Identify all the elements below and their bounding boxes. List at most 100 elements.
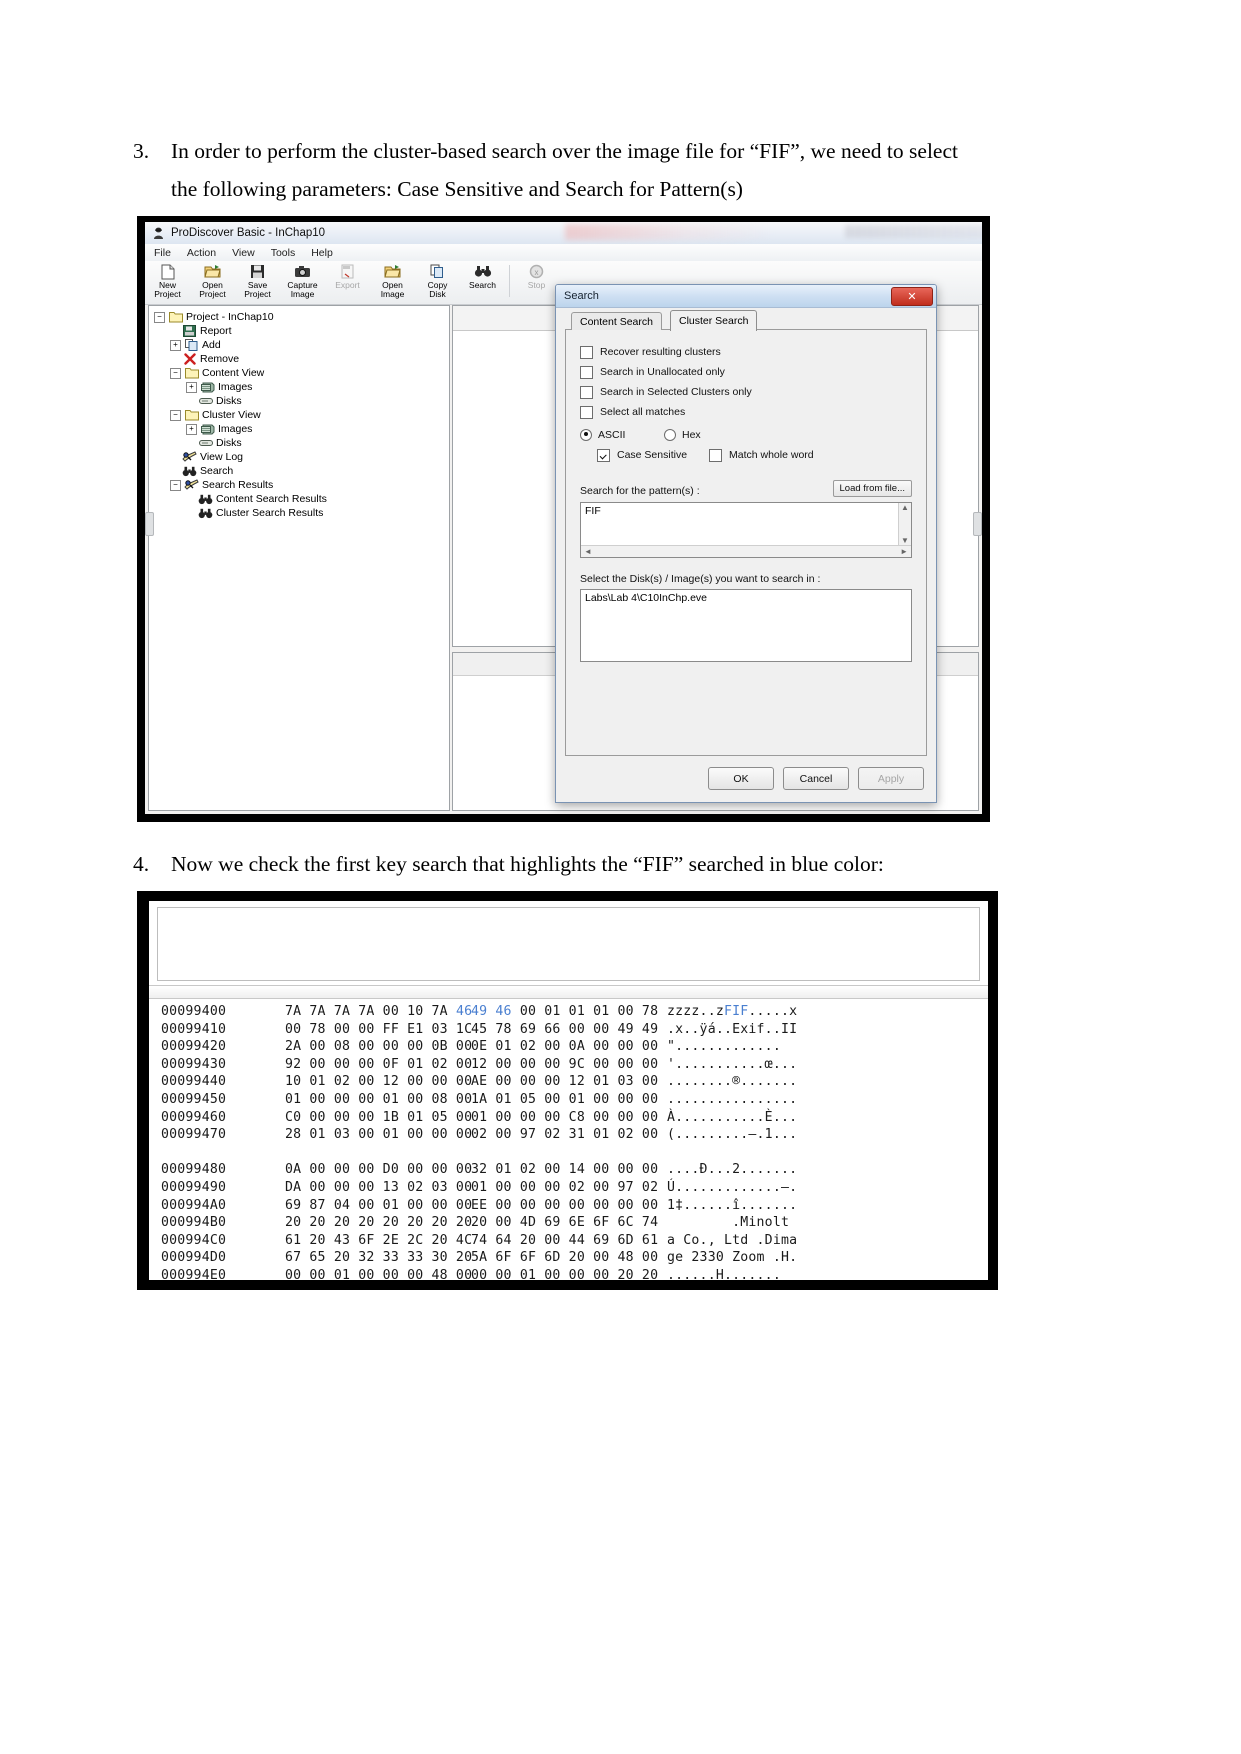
menu-file[interactable]: File [154, 247, 171, 259]
hex-dump[interactable]: 00099400 7A 7A 7A 7A 00 10 7A 46 49 46 00 … [161, 1003, 984, 1280]
tab-content-search[interactable]: Content Search [571, 312, 662, 331]
checkbox-label: Select all matches [600, 406, 686, 418]
tree-expander-plus-icon[interactable]: + [186, 423, 197, 435]
cancel-button[interactable]: Cancel [783, 767, 849, 790]
radio-ascii-button[interactable] [580, 428, 592, 441]
checkbox-box[interactable] [580, 385, 593, 399]
tree-node[interactable]: + Images [154, 380, 449, 394]
pattern-textarea[interactable]: FIF ▲ ▼ ◄ ► [580, 502, 912, 558]
tree-node[interactable]: Search [154, 464, 449, 478]
tree-node[interactable]: Cluster Search Results [154, 506, 449, 520]
hex-row[interactable]: 000994A0 69 87 04 00 01 00 00 00 EE 00 00 … [161, 1197, 984, 1215]
tree-node[interactable]: − Project - InChap10 [154, 310, 449, 324]
open-folder-icon [383, 263, 402, 280]
hex-row[interactable]: 00099400 7A 7A 7A 7A 00 10 7A 46 49 46 00 … [161, 1003, 984, 1021]
tree-node-label: Remove [200, 353, 240, 365]
hex-bytes-left: 10 01 02 00 12 00 00 00 [285, 1074, 473, 1090]
toolbar-capture-image[interactable]: Capture Image [280, 263, 325, 301]
hex-row[interactable]: 00099420 2A 00 08 00 00 00 0B 00 0E 01 02 … [161, 1038, 984, 1056]
tree-expander-minus-icon[interactable]: − [170, 479, 181, 491]
tree-expander-minus-icon[interactable]: − [170, 409, 181, 421]
toolbar-stop: x Stop [514, 263, 559, 301]
hex-viewer-toolbar-area [157, 907, 980, 981]
close-icon[interactable]: ✕ [891, 287, 933, 306]
hex-row[interactable]: 00099440 10 01 02 00 12 00 00 00 AE 00 00 … [161, 1073, 984, 1091]
tree-node[interactable]: Content Search Results [154, 492, 449, 506]
list-item-4: 4. Now we check the first key search tha… [133, 845, 963, 883]
tree-expander-minus-icon[interactable]: − [170, 367, 181, 379]
pattern-vscrollbar[interactable]: ▲ ▼ [898, 503, 911, 545]
hex-row[interactable]: 00099470 28 01 03 00 01 00 00 00 02 00 97 … [161, 1126, 984, 1144]
tree-node[interactable]: Report [154, 324, 449, 338]
pattern-hscrollbar[interactable]: ◄ ► [581, 545, 911, 557]
hex-row[interactable]: 00099480 0A 00 00 00 D0 00 00 00 32 01 02 … [161, 1161, 984, 1179]
checkbox-recover-resulting-clusters[interactable]: Recover resulting clusters [580, 342, 912, 362]
menu-action[interactable]: Action [187, 247, 216, 259]
disk-icon [198, 396, 213, 406]
scroll-left-icon[interactable]: ◄ [584, 547, 592, 556]
ok-button[interactable]: OK [708, 767, 774, 790]
hex-offset: 000994C0 [161, 1232, 227, 1248]
hex-row[interactable]: 00099490 DA 00 00 00 13 02 03 00 01 00 00 … [161, 1179, 984, 1197]
splitter-handle-left[interactable] [145, 512, 154, 536]
hex-row[interactable]: 000994B0 20 20 20 20 20 20 20 20 20 00 4D … [161, 1214, 984, 1232]
hex-bytes-right: 20 00 4D 69 6E 6F 6C 74 [471, 1215, 659, 1231]
tree-node[interactable]: − Content View [154, 366, 449, 380]
toolbar-search[interactable]: Search [460, 263, 505, 301]
checkbox-label: Search in Selected Clusters only [600, 386, 752, 398]
disk-select-value[interactable]: Labs\Lab 4\C10InChp.eve [581, 590, 911, 606]
hex-row[interactable]: 000994C0 61 20 43 6F 2E 2C 20 4C 74 64 20 … [161, 1232, 984, 1250]
toolbar-new-project[interactable]: New Project [145, 263, 190, 301]
tree-expander-minus-icon[interactable]: − [154, 311, 165, 323]
checkbox-select-all-matches[interactable]: Select all matches [580, 402, 912, 422]
tree-node[interactable]: − Search Results [154, 478, 449, 492]
tree-node[interactable]: + Add [154, 338, 449, 352]
load-from-file-button[interactable]: Load from file... [832, 480, 912, 497]
encoding-radio-group: ASCII Hex [580, 424, 912, 445]
toolbar-copy-disk[interactable]: Copy Disk [415, 263, 460, 301]
hex-row[interactable]: 00099450 01 00 00 00 01 00 08 00 1A 01 05 … [161, 1091, 984, 1109]
binoculars-icon [182, 466, 197, 477]
splitter-handle-right[interactable] [973, 512, 982, 536]
checkbox-box[interactable] [580, 365, 593, 379]
toolbar-save-project[interactable]: Save Project [235, 263, 280, 301]
checkbox-search-in-unallocated-only[interactable]: Search in Unallocated only [580, 362, 912, 382]
tree-node[interactable]: Disks [154, 394, 449, 408]
menu-view[interactable]: View [232, 247, 255, 259]
hex-row[interactable]: 00099430 92 00 00 00 0F 01 02 00 12 00 00 … [161, 1056, 984, 1074]
hex-row[interactable]: 000994E0 00 00 01 00 00 00 48 00 00 00 01 … [161, 1267, 984, 1280]
toolbar-label: Open Project [199, 280, 226, 299]
checkbox-match-whole-word-box[interactable] [709, 448, 722, 462]
tree-node[interactable]: Disks [154, 436, 449, 450]
disk-icon [198, 438, 213, 448]
hex-offset: 00099450 [161, 1091, 227, 1107]
binoculars-icon [198, 508, 213, 519]
tree-expander-plus-icon[interactable]: + [186, 381, 197, 393]
checkbox-search-in-selected-clusters-only[interactable]: Search in Selected Clusters only [580, 382, 912, 402]
menu-help[interactable]: Help [311, 247, 333, 259]
toolbar-open-image[interactable]: Open Image [370, 263, 415, 301]
hex-row[interactable]: 00099410 00 78 00 00 FF E1 03 1C 45 78 69 … [161, 1021, 984, 1039]
scroll-down-icon[interactable]: ▼ [901, 536, 909, 545]
hex-row[interactable]: 00099460 C0 00 00 00 1B 01 05 00 01 00 00 … [161, 1109, 984, 1127]
checkbox-box[interactable] [580, 345, 593, 359]
tree-expander-plus-icon[interactable]: + [170, 339, 181, 351]
hex-row[interactable]: 000994D0 67 65 20 32 33 33 30 20 5A 6F 6F … [161, 1249, 984, 1267]
radio-hex-button[interactable] [664, 428, 676, 441]
checkbox-case-sensitive-box[interactable] [597, 448, 610, 462]
scroll-right-icon[interactable]: ► [900, 547, 908, 556]
checkbox-box[interactable] [580, 405, 593, 419]
tree-node-label: Content Search Results [216, 493, 327, 505]
tree-node[interactable]: − Cluster View [154, 408, 449, 422]
cluster-search-panel: Recover resulting clusters Search in Una… [565, 330, 927, 756]
menu-tools[interactable]: Tools [271, 247, 296, 259]
scroll-up-icon[interactable]: ▲ [901, 503, 909, 512]
tree-node[interactable]: View Log [154, 450, 449, 464]
disk-select-listbox[interactable]: Labs\Lab 4\C10InChp.eve [580, 589, 912, 662]
project-tree[interactable]: − Project - InChap10 Report + Add Remove − Cont… [148, 305, 450, 811]
tree-node[interactable]: Remove [154, 352, 449, 366]
hex-bytes-right: 00 00 01 00 00 00 20 20 [471, 1267, 659, 1280]
tab-cluster-search[interactable]: Cluster Search [670, 310, 758, 331]
toolbar-open-project[interactable]: Open Project [190, 263, 235, 301]
tree-node[interactable]: + Images [154, 422, 449, 436]
